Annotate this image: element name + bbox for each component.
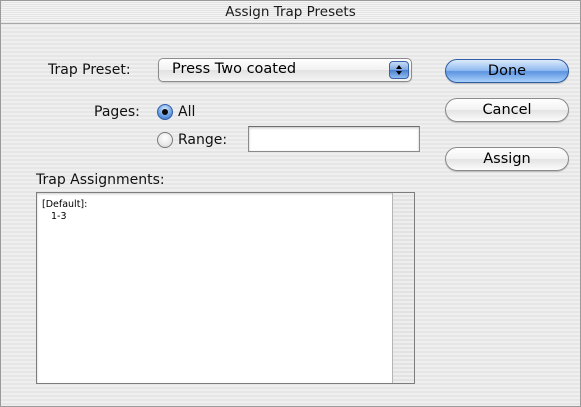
trap-assignments-label: Trap Assignments: — [36, 172, 165, 188]
pages-all-radio[interactable] — [157, 104, 173, 120]
list-item[interactable]: 1-3 — [42, 211, 87, 223]
pages-all-label[interactable]: All — [178, 104, 195, 120]
trap-preset-popup[interactable]: Press Two coated — [158, 58, 412, 82]
assign-button[interactable]: Assign — [445, 147, 569, 171]
pages-range-label[interactable]: Range: — [178, 132, 227, 148]
assign-trap-presets-dialog: Assign Trap Presets Trap Preset: Press T… — [0, 0, 581, 407]
trap-assignments-list[interactable]: [Default]: 1-3 — [36, 192, 415, 384]
range-input[interactable] — [248, 126, 420, 152]
scrollbar-track[interactable] — [392, 193, 414, 383]
arrow-up-icon — [396, 65, 402, 69]
pages-label: Pages: — [94, 104, 140, 120]
arrow-down-icon — [396, 71, 402, 75]
popup-stepper-arrows-icon — [389, 61, 409, 79]
trap-preset-value: Press Two coated — [172, 61, 297, 77]
pages-range-radio[interactable] — [157, 132, 173, 148]
assignments-list-content: [Default]: 1-3 — [42, 199, 87, 223]
window-title: Assign Trap Presets — [1, 1, 580, 24]
list-item[interactable]: [Default]: — [42, 199, 87, 211]
done-button[interactable]: Done — [445, 59, 569, 83]
cancel-button[interactable]: Cancel — [445, 98, 569, 122]
trap-preset-label: Trap Preset: — [48, 62, 131, 78]
